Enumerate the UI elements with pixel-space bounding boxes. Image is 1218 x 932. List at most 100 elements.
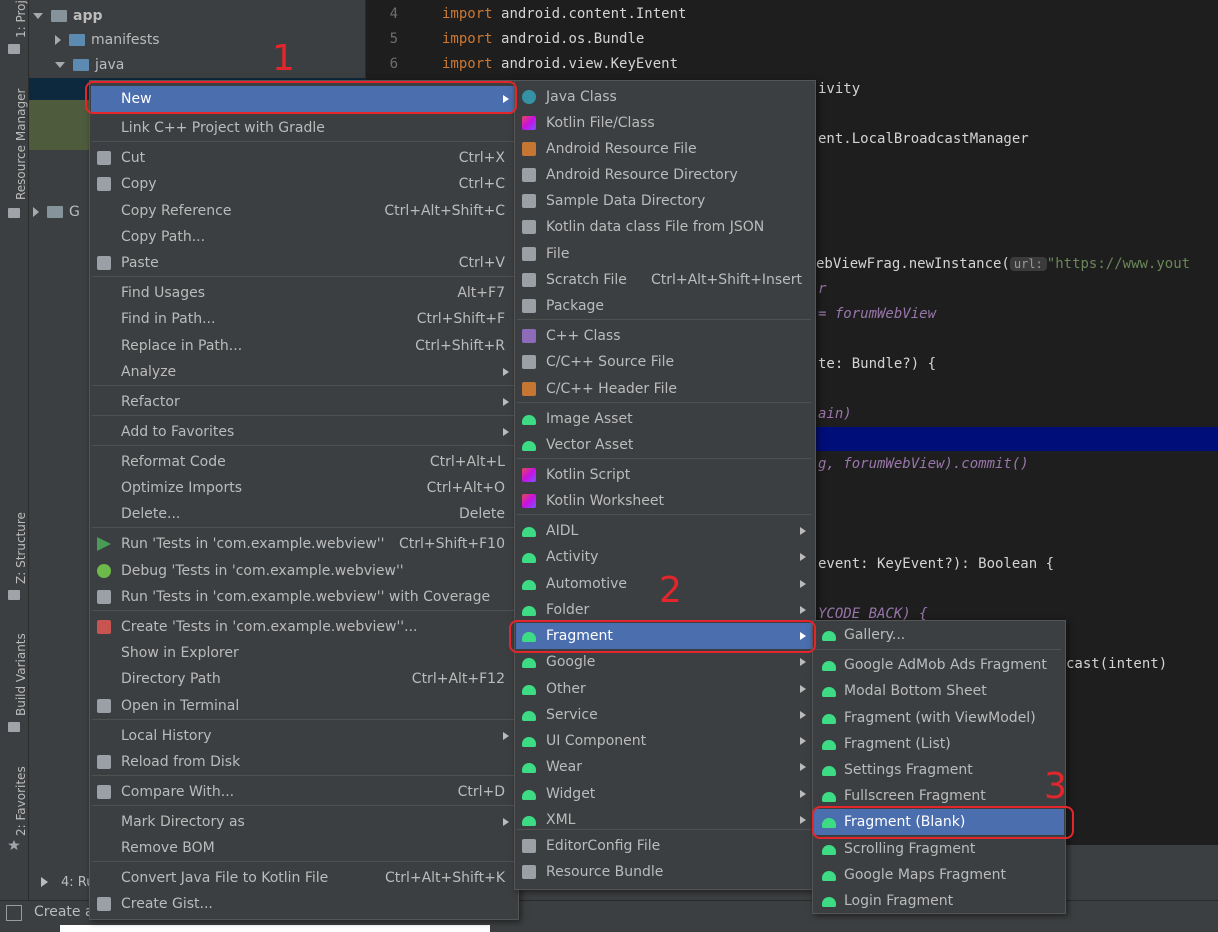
menu-item[interactable]: Copy Reference Ctrl+Alt+Shift+C [91, 198, 517, 224]
menu-item[interactable]: Debug 'Tests in 'com.example.webview'' [91, 558, 517, 584]
menu-item[interactable]: Directory Path Ctrl+Alt+F12 [91, 666, 517, 692]
menu-item[interactable]: Resource Bundle [516, 859, 814, 885]
menu-item-label: Debug 'Tests in 'com.example.webview'' [121, 563, 404, 579]
kotlin-script-icon [522, 468, 536, 482]
android-icon [522, 658, 536, 668]
menu-item[interactable]: Run 'Tests in 'com.example.webview'' wit… [91, 584, 517, 610]
menu-item[interactable]: Settings Fragment [814, 757, 1064, 783]
menu-item[interactable]: Service [516, 702, 814, 728]
menu-item-shortcut: Ctrl+Shift+R [415, 338, 505, 354]
tree-item-app[interactable]: app [33, 4, 103, 28]
menu-separator [92, 385, 514, 386]
tree-item-label: java [95, 57, 125, 73]
menu-item[interactable]: Reload from Disk [91, 749, 517, 775]
collapse-icon[interactable] [55, 62, 65, 68]
menu-item[interactable]: Kotlin data class File from JSON [516, 214, 814, 240]
structure-tab[interactable]: Z: Structure [14, 512, 28, 584]
window-icon[interactable] [6, 905, 22, 921]
menu-item[interactable]: Replace in Path... Ctrl+Shift+R [91, 333, 517, 359]
menu-item[interactable]: Create 'Tests in 'com.example.webview''.… [91, 614, 517, 640]
string-literal: "https://www.yout [1046, 256, 1191, 272]
menu-item[interactable]: Find in Path... Ctrl+Shift+F [91, 306, 517, 332]
menu-item-label: C/C++ Header File [546, 381, 678, 397]
menu-item[interactable]: Gallery... [814, 622, 1064, 648]
menu-item[interactable]: Open in Terminal [91, 693, 517, 719]
menu-item-label: Service [546, 707, 598, 723]
menu-item[interactable]: C/C++ Source File [516, 349, 814, 375]
menu-item[interactable]: Refactor [91, 389, 517, 415]
menu-item[interactable]: Activity [516, 544, 814, 570]
menu-item[interactable]: Optimize Imports Ctrl+Alt+O [91, 475, 517, 501]
build-variants-icon [8, 722, 20, 732]
menu-item[interactable]: EditorConfig File [516, 833, 814, 859]
menu-item[interactable]: Run 'Tests in 'com.example.webview'' Ctrl… [91, 531, 517, 557]
star-icon [8, 840, 20, 850]
favorites-tab[interactable]: 2: Favorites [14, 766, 28, 836]
menu-item[interactable]: Reformat Code Ctrl+Alt+L [91, 449, 517, 475]
menu-item[interactable]: UI Component [516, 728, 814, 754]
menu-separator [517, 319, 811, 320]
menu-item[interactable]: Paste Ctrl+V [91, 250, 517, 276]
menu-item[interactable]: C++ Class [516, 323, 814, 349]
android-icon [522, 415, 536, 425]
menu-item[interactable]: Find Usages Alt+F7 [91, 280, 517, 306]
resource-manager-tab[interactable]: Resource Manager [14, 89, 28, 200]
menu-item[interactable]: Scratch File Ctrl+Alt+Shift+Insert [516, 267, 814, 293]
menu-item[interactable]: Convert Java File to Kotlin File Ctrl+Alt… [91, 865, 517, 891]
menu-item[interactable]: Kotlin File/Class [516, 110, 814, 136]
expand-icon[interactable] [33, 207, 39, 217]
resource-manager-icon [8, 208, 20, 218]
fragment-template-icon [822, 661, 836, 671]
menu-item[interactable]: Login Fragment [814, 888, 1064, 914]
menu-item[interactable]: Scrolling Fragment [814, 836, 1064, 862]
collapse-icon[interactable] [33, 13, 43, 19]
annotation-ring-new [85, 81, 517, 114]
menu-item[interactable]: Compare With... Ctrl+D [91, 779, 517, 805]
annotation-step-1: 1 [272, 38, 295, 79]
menu-item[interactable]: Widget [516, 781, 814, 807]
run-icon[interactable] [41, 877, 48, 887]
tree-item-java[interactable]: java [55, 53, 124, 77]
menu-item[interactable]: Local History [91, 723, 517, 749]
menu-item[interactable]: C/C++ Header File [516, 376, 814, 402]
project-tab[interactable]: 1: Project [14, 0, 28, 38]
menu-item[interactable]: Google Maps Fragment [814, 862, 1064, 888]
expand-icon[interactable] [55, 35, 61, 45]
menu-item[interactable]: Fragment (List) [814, 731, 1064, 757]
menu-item-shortcut: Ctrl+D [457, 784, 505, 800]
menu-item[interactable]: Vector Asset [516, 432, 814, 458]
menu-item[interactable]: Google AdMob Ads Fragment [814, 652, 1064, 678]
menu-item[interactable]: Cut Ctrl+X [91, 145, 517, 171]
tree-item-manifests[interactable]: manifests [55, 28, 160, 52]
menu-item-label: Copy [121, 176, 157, 192]
menu-item[interactable]: AIDL [516, 518, 814, 544]
menu-item[interactable]: Kotlin Worksheet [516, 488, 814, 514]
menu-item[interactable]: Link C++ Project with Gradle [91, 115, 517, 141]
build-variants-tab[interactable]: Build Variants [14, 633, 28, 716]
menu-item[interactable]: Remove BOM [91, 835, 517, 861]
menu-item[interactable]: Create Gist... [91, 891, 517, 917]
menu-item[interactable]: Fragment (with ViewModel) [814, 705, 1064, 731]
menu-item[interactable]: Copy Path... [91, 224, 517, 250]
menu-item[interactable]: Add to Favorites [91, 419, 517, 445]
menu-item[interactable]: Delete... Delete [91, 501, 517, 527]
menu-item[interactable]: Modal Bottom Sheet [814, 678, 1064, 704]
menu-item[interactable]: Android Resource Directory [516, 162, 814, 188]
menu-item[interactable]: Wear [516, 754, 814, 780]
menu-item[interactable]: Sample Data Directory [516, 188, 814, 214]
menu-item[interactable]: Copy Ctrl+C [91, 171, 517, 197]
menu-item[interactable]: File [516, 241, 814, 267]
menu-item[interactable]: Package [516, 293, 814, 319]
menu-item[interactable]: Image Asset [516, 406, 814, 432]
menu-item[interactable]: Java Class [516, 84, 814, 110]
menu-item[interactable]: Kotlin Script [516, 462, 814, 488]
menu-separator [92, 141, 514, 142]
menu-item[interactable]: Other [516, 676, 814, 702]
create-test-icon [97, 620, 111, 634]
menu-item[interactable]: Show in Explorer [91, 640, 517, 666]
menu-item[interactable]: Android Resource File [516, 136, 814, 162]
code-fragment: g, forumWebView).commit() [818, 456, 1029, 472]
menu-item[interactable]: Mark Directory as [91, 809, 517, 835]
tree-item-gradle[interactable]: G [33, 200, 80, 224]
menu-item[interactable]: Analyze [91, 359, 517, 385]
